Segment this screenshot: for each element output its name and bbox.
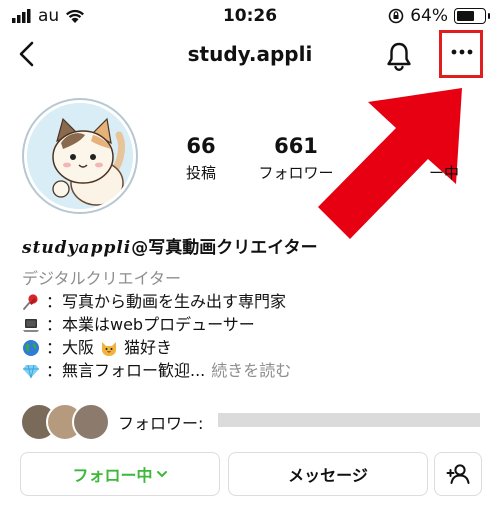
battery-icon — [454, 8, 490, 24]
followers-label: フォロワー — [258, 164, 334, 182]
following-button-label: フォロー中 — [72, 466, 153, 485]
bell-icon[interactable] — [384, 40, 414, 72]
bio-line-3-text-b: 猫好き — [124, 338, 173, 357]
status-bar: au 10:26 64% — [0, 0, 500, 34]
add-person-icon — [446, 464, 470, 484]
profile-avatar[interactable] — [24, 100, 136, 212]
message-button-label: メッセージ — [288, 466, 368, 485]
following-label: ー中 — [428, 164, 459, 182]
read-more-link[interactable]: 続きを読む — [211, 360, 291, 382]
add-person-button[interactable] — [434, 452, 482, 496]
cat-face-icon — [102, 342, 117, 356]
profile-display-name: studyappli@写真動画クリエイター — [22, 237, 318, 259]
profile-category: デジタルクリエイター — [22, 269, 182, 288]
stat-posts[interactable]: 66 投稿 — [170, 134, 232, 183]
bio-line-4: ：無言フォロー歓迎... 続きを読む — [22, 360, 291, 382]
bio-line-1: ：写真から動画を生み出す専門家 — [22, 291, 291, 313]
stat-following[interactable]: ー中 — [416, 134, 472, 183]
gem-icon — [23, 364, 39, 379]
following-count — [416, 134, 472, 158]
blurred-follower-names — [218, 413, 480, 427]
pushpin-icon — [23, 294, 38, 310]
cat-avatar-icon — [27, 103, 133, 209]
message-button[interactable]: メッセージ — [228, 452, 428, 496]
globe-icon — [23, 340, 39, 356]
laptop-icon — [23, 319, 39, 332]
profile-username: study.appli — [187, 42, 313, 66]
orientation-lock-icon — [388, 8, 404, 24]
posts-count: 66 — [186, 134, 216, 158]
more-options-icon[interactable] — [450, 48, 474, 56]
following-button[interactable]: フォロー中 — [20, 452, 220, 496]
bio-lines: ：写真から動画を生み出す専門家 ：本業はwebプロデューサー ：大阪 猫好き ： — [22, 291, 291, 382]
stat-followers[interactable]: 661 フォロワー — [248, 134, 344, 183]
bio-line-3-text-a: ：大阪 — [46, 338, 95, 357]
bio-line-1-text: ：写真から動画を生み出す専門家 — [46, 292, 287, 311]
display-name-script: studyappli — [22, 238, 132, 258]
bio-line-2: ：本業はwebプロデューサー — [22, 314, 291, 336]
bio-line-3: ：大阪 猫好き — [22, 337, 291, 359]
follower-avatar-3 — [72, 403, 110, 441]
mutual-followers-avatars[interactable] — [20, 403, 110, 443]
bio-line-2-text: ：本業はwebプロデューサー — [46, 315, 255, 334]
chevron-down-icon — [156, 471, 167, 478]
display-name-suffix: @写真動画クリエイター — [131, 238, 318, 258]
bio-line-4-text: ：無言フォロー歓迎... — [46, 361, 206, 380]
followers-count: 661 — [274, 134, 318, 158]
battery-indicator: 64% — [388, 6, 490, 26]
posts-label: 投稿 — [185, 164, 216, 182]
battery-percent: 64% — [410, 6, 448, 26]
followers-row-label[interactable]: フォロワー: — [118, 410, 203, 434]
